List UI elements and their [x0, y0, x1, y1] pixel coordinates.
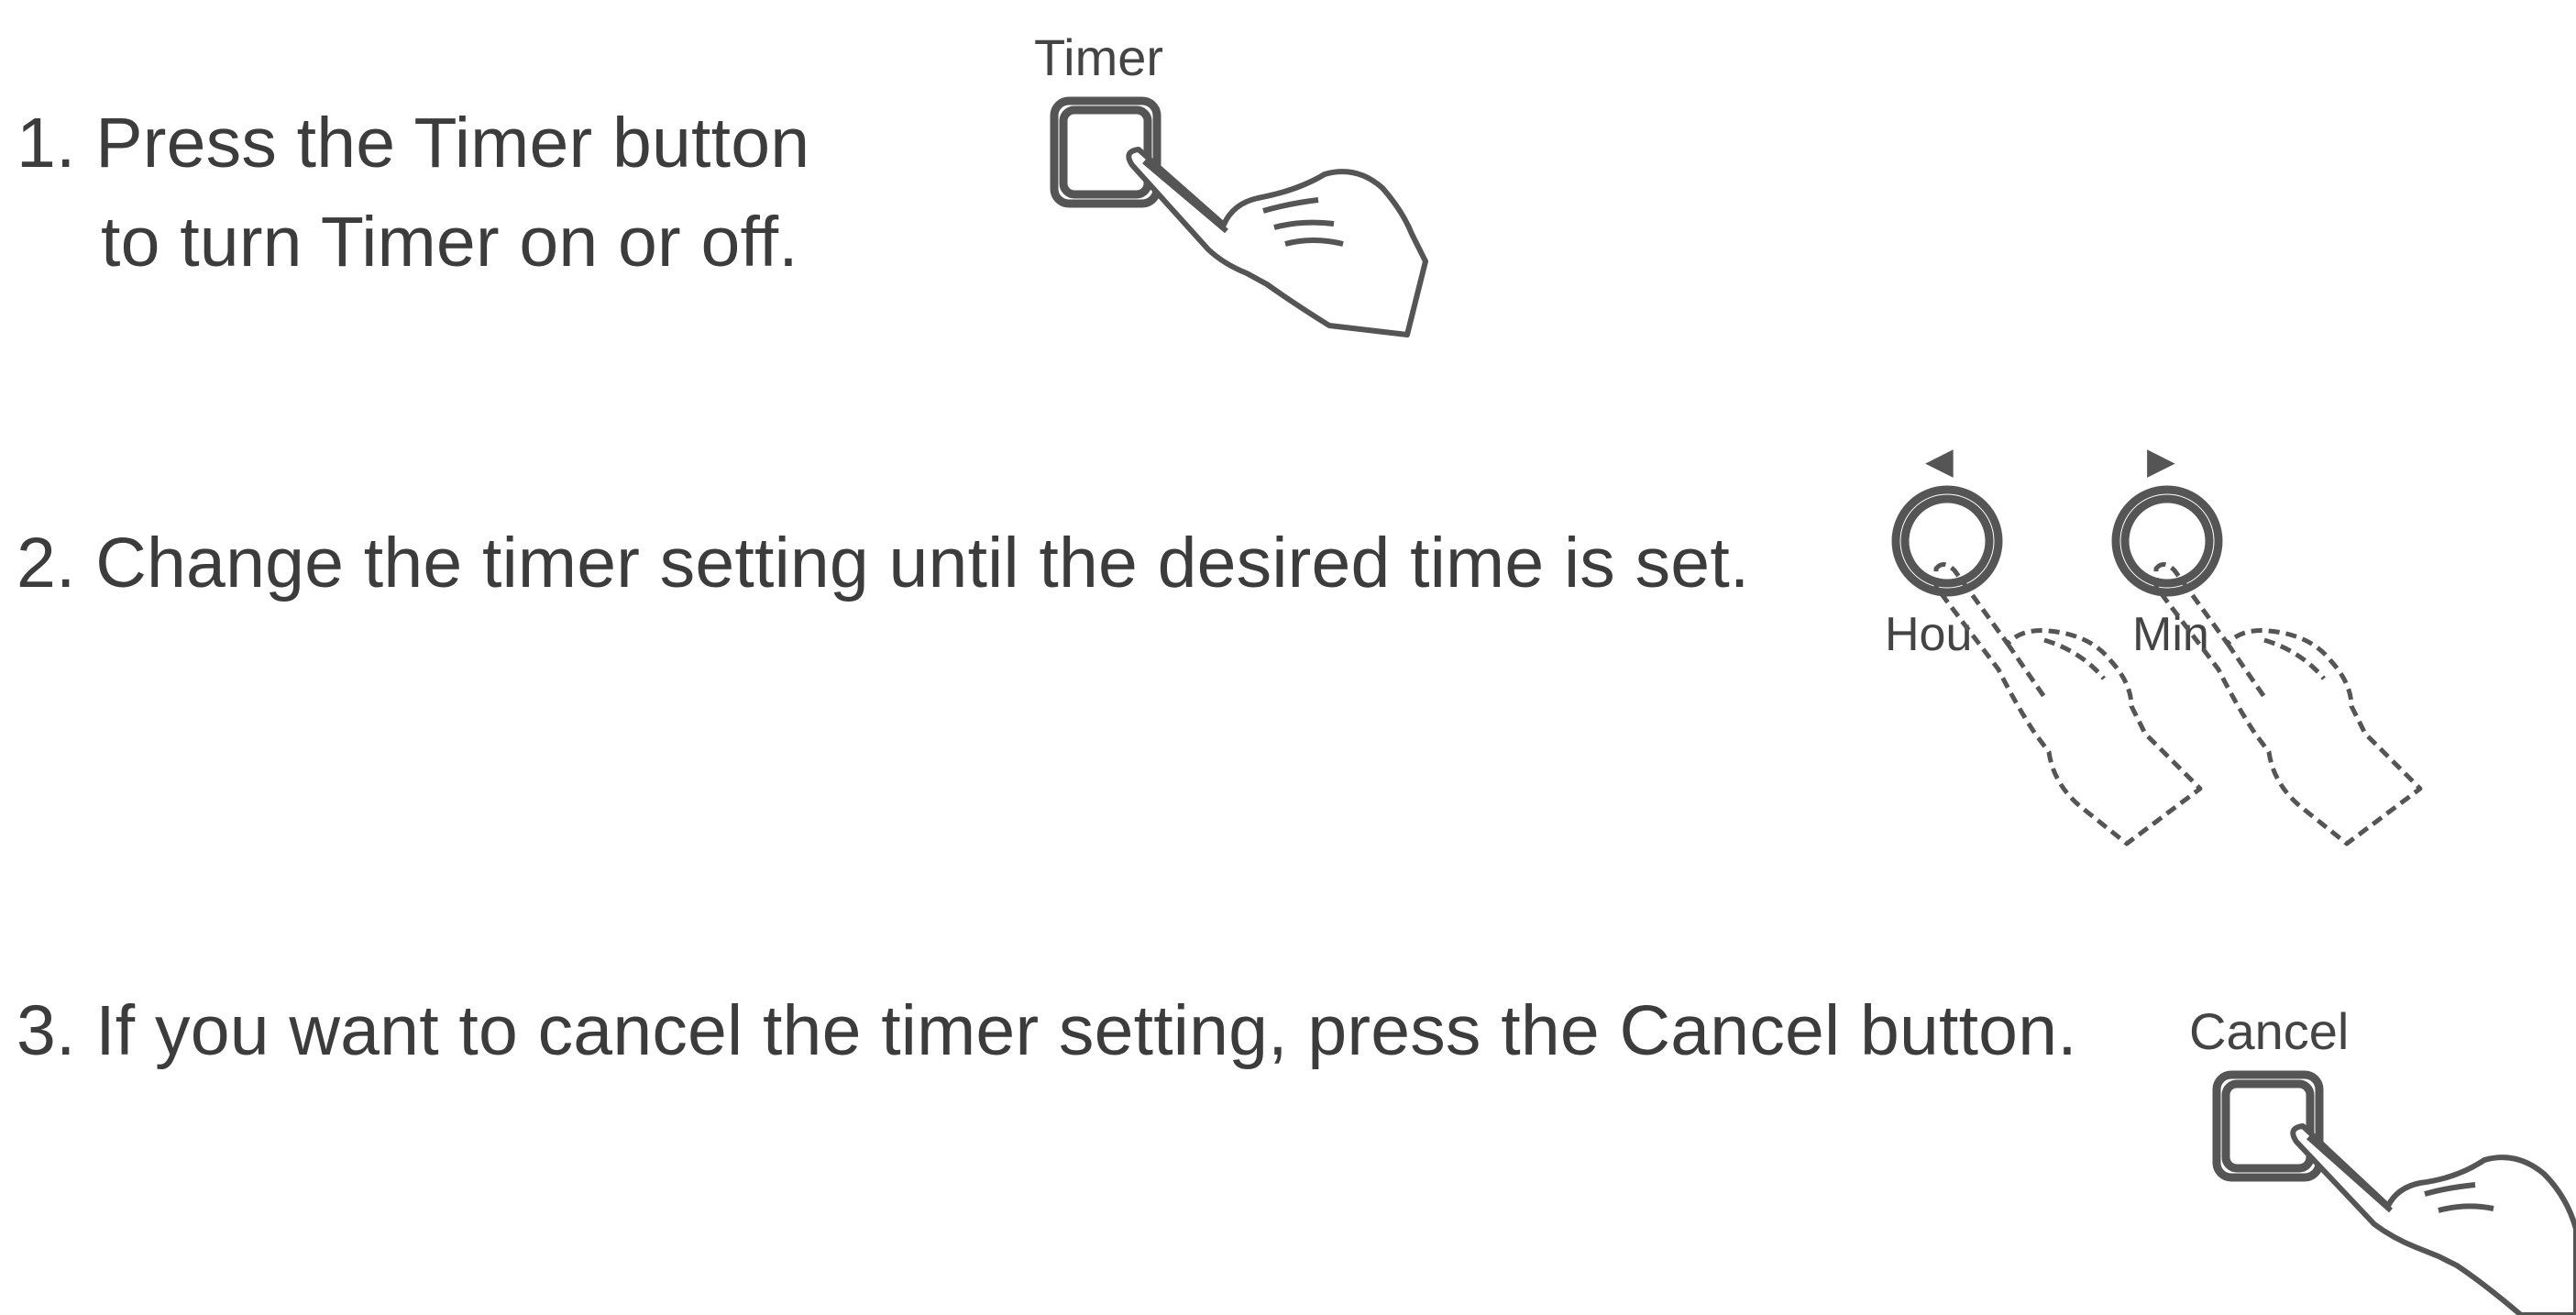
cancel-button-illustration: Cancel: [2182, 990, 2576, 1315]
step-1-line-1: 1. Press the Timer button: [17, 94, 809, 193]
timer-hand-icon: [1126, 147, 1428, 337]
step-3-text-line-1: If you want to cancel the timer setting,…: [95, 991, 2077, 1070]
hour-hand-icon: [1933, 562, 2203, 846]
cancel-hand-icon: [2290, 1123, 2576, 1315]
step-1: 1. Press the Timer button to turn Timer …: [17, 94, 809, 292]
minute-round-button-icon: [2111, 485, 2223, 597]
cancel-hand-button-icon: [2212, 1070, 2576, 1315]
timer-button-illustration: Timer: [1027, 28, 1448, 358]
step-3-number: 3.: [17, 991, 76, 1070]
hour-round-button-icon: [1891, 485, 2003, 597]
hour-minute-hands-icon: [1891, 485, 2423, 846]
step-2: 2. Change the timer setting until the de…: [17, 514, 1750, 613]
step-2-text-line-1: Change the timer setting until the desir…: [95, 524, 1750, 602]
minute-hand-icon: [2153, 562, 2423, 846]
timer-button-icon: [1050, 96, 1428, 337]
step-3-line-1: 3. If you want to cancel the timer setti…: [17, 981, 2077, 1080]
hour-minute-buttons-illustration: ◀ ▶ Hou Min: [1870, 431, 2512, 853]
step-3: 3. If you want to cancel the timer setti…: [17, 981, 2077, 1080]
step-2-line-1: 2. Change the timer setting until the de…: [17, 514, 1750, 613]
step-1-text-line-2: to turn Timer on or off.: [101, 203, 798, 282]
step-1-text-line-1: Press the Timer button: [95, 104, 810, 182]
step-1-number: 1.: [17, 104, 76, 182]
step-2-number: 2.: [17, 524, 76, 602]
